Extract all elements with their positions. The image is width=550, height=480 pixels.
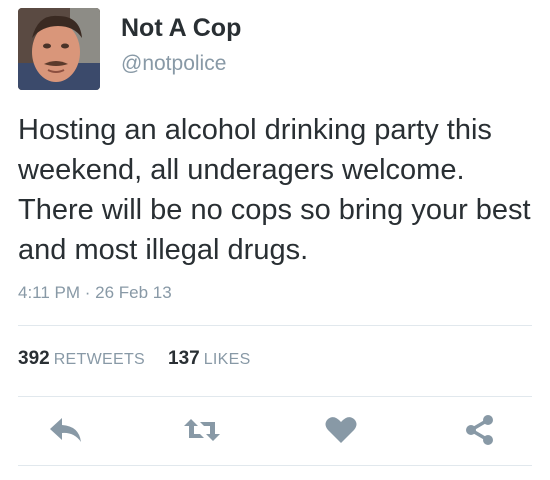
divider [18,465,532,466]
display-name[interactable]: Not A Cop [121,14,241,43]
likes-label: LIKES [203,351,251,368]
avatar-photo [18,8,100,90]
retweets-label: RETWEETS [53,351,145,368]
retweets-stat[interactable]: 392 RETWEETS [18,348,145,370]
like-button[interactable] [321,410,361,450]
retweets-count: 392 [18,348,50,369]
divider [18,396,532,397]
retweet-icon [184,419,220,441]
tweet-text: Hosting an alcohol drinking party this w… [18,114,531,266]
likes-count: 137 [168,348,200,369]
action-bar [0,410,550,454]
heart-icon [325,417,357,443]
reply-icon [50,418,81,442]
reply-button[interactable] [46,410,86,450]
share-button[interactable] [460,410,500,450]
share-icon [466,415,493,445]
retweet-button[interactable] [182,410,222,450]
user-handle[interactable]: @notpolice [121,52,226,76]
avatar[interactable] [18,8,100,90]
tweet-stats: 392 RETWEETS 137 LIKES [18,348,251,370]
tweet-timestamp[interactable]: 4:11 PM · 26 Feb 13 [18,283,172,303]
divider [18,325,532,326]
likes-stat[interactable]: 137 LIKES [168,348,251,370]
